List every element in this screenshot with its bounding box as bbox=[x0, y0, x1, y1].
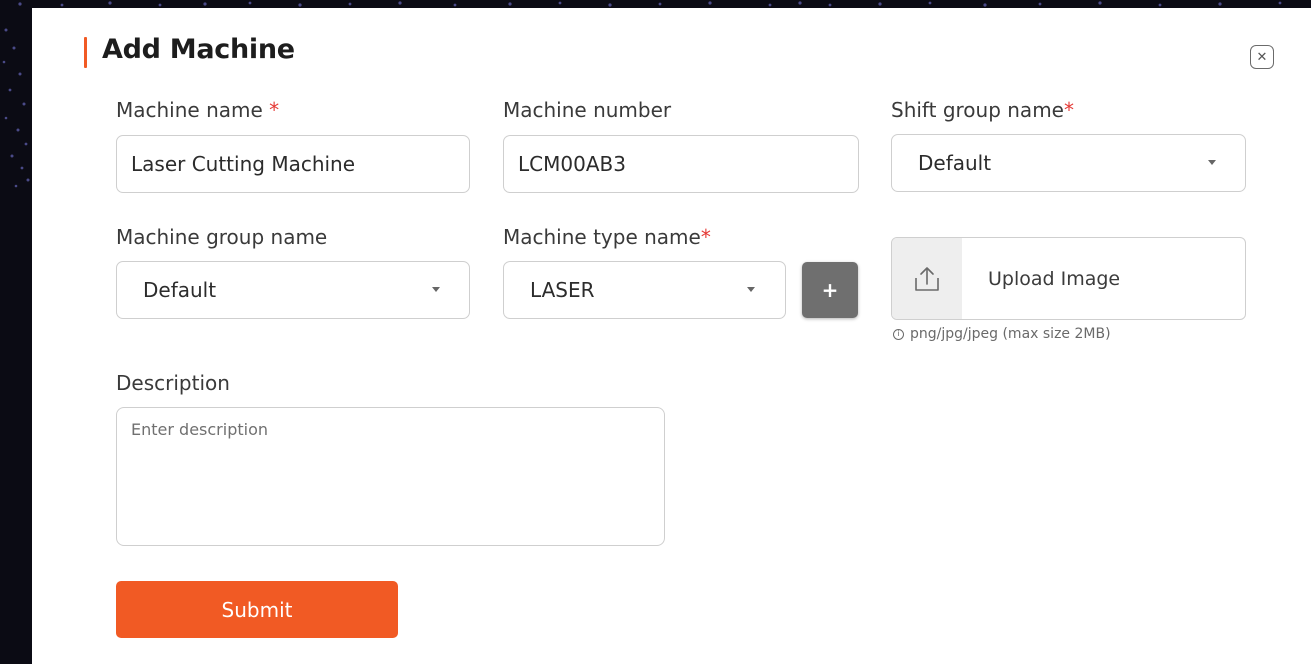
machine-type-label: Machine type name* bbox=[503, 225, 711, 249]
chevron-down-icon bbox=[1208, 160, 1216, 165]
shift-group-select[interactable]: Default bbox=[891, 134, 1246, 192]
dialog-title: Add Machine bbox=[102, 34, 295, 65]
machine-number-label-text: Machine number bbox=[503, 98, 672, 122]
upload-icon bbox=[915, 266, 939, 291]
upload-hint: i png/jpg/jpeg (max size 2MB) bbox=[893, 326, 1111, 342]
shift-group-label: Shift group name* bbox=[891, 98, 1074, 122]
upload-icon-cell bbox=[892, 238, 962, 319]
machine-name-input[interactable]: Laser Cutting Machine bbox=[116, 135, 470, 193]
shift-group-value: Default bbox=[918, 151, 992, 175]
machine-number-input[interactable]: LCM00AB3 bbox=[503, 135, 859, 193]
close-button[interactable]: ✕ bbox=[1250, 45, 1274, 69]
machine-name-label-text: Machine name bbox=[116, 98, 263, 122]
machine-group-label: Machine group name bbox=[116, 225, 327, 249]
machine-group-select[interactable]: Default bbox=[116, 261, 470, 319]
machine-type-value: LASER bbox=[530, 278, 595, 302]
description-label: Description bbox=[116, 371, 230, 395]
description-textarea[interactable] bbox=[116, 407, 665, 546]
shift-group-label-text: Shift group name bbox=[891, 98, 1064, 122]
add-machine-type-button[interactable]: + bbox=[802, 262, 858, 318]
machine-group-value: Default bbox=[143, 278, 217, 302]
machine-name-label: Machine name * bbox=[116, 98, 279, 122]
upload-image-label: Upload Image bbox=[988, 267, 1121, 290]
required-asterisk: * bbox=[269, 98, 280, 122]
submit-button[interactable]: Submit bbox=[116, 581, 398, 638]
machine-type-label-text: Machine type name bbox=[503, 225, 701, 249]
add-machine-dialog: Add Machine ✕ Machine name * Laser Cutti… bbox=[32, 8, 1311, 664]
plus-icon: + bbox=[821, 278, 839, 302]
machine-number-label: Machine number bbox=[503, 98, 671, 122]
upload-image-button[interactable]: Upload Image bbox=[891, 237, 1246, 320]
description-label-text: Description bbox=[116, 371, 230, 395]
machine-number-value: LCM00AB3 bbox=[518, 152, 626, 176]
info-icon: i bbox=[893, 328, 904, 340]
required-asterisk: * bbox=[700, 225, 711, 249]
upload-hint-text: png/jpg/jpeg (max size 2MB) bbox=[910, 326, 1111, 342]
machine-group-label-text: Machine group name bbox=[116, 225, 328, 249]
required-asterisk: * bbox=[1063, 98, 1074, 122]
close-icon: ✕ bbox=[1256, 49, 1268, 65]
title-accent-bar bbox=[84, 37, 87, 68]
machine-name-value: Laser Cutting Machine bbox=[131, 152, 356, 176]
chevron-down-icon bbox=[747, 287, 755, 292]
machine-type-select[interactable]: LASER bbox=[503, 261, 786, 319]
chevron-down-icon bbox=[432, 287, 440, 292]
